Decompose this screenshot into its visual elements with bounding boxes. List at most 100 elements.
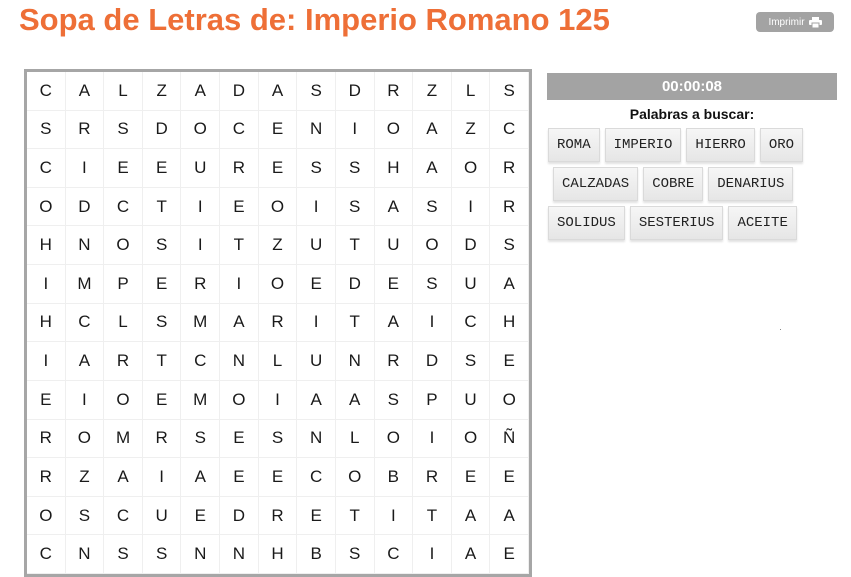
grid-cell[interactable]: A (220, 303, 259, 343)
grid-cell[interactable]: U (297, 342, 336, 381)
grid-cell[interactable]: H (27, 226, 66, 266)
grid-cell[interactable]: T (142, 187, 182, 227)
grid-cell[interactable]: A (490, 496, 529, 536)
grid-cell[interactable]: S (335, 187, 375, 227)
grid-cell[interactable]: O (27, 187, 66, 227)
grid-cell[interactable]: R (374, 342, 414, 381)
grid-cell[interactable]: I (181, 226, 221, 266)
grid-cell[interactable]: S (104, 110, 143, 150)
grid-cell[interactable]: A (374, 303, 414, 343)
grid-cell[interactable]: R (27, 458, 66, 497)
grid-cell[interactable]: A (104, 458, 143, 497)
grid-cell[interactable]: N (220, 535, 259, 574)
grid-cell[interactable]: Z (451, 110, 491, 150)
grid-cell[interactable]: M (104, 419, 143, 459)
grid-cell[interactable]: R (258, 303, 298, 343)
grid-cell[interactable]: O (65, 419, 105, 459)
grid-cell[interactable]: P (104, 265, 143, 304)
grid-cell[interactable]: I (181, 187, 221, 227)
grid-cell[interactable]: I (220, 265, 259, 304)
grid-cell[interactable]: D (220, 496, 259, 536)
grid-cell[interactable]: U (374, 226, 414, 266)
grid-cell[interactable]: L (258, 342, 298, 381)
grid-cell[interactable]: B (374, 458, 414, 497)
grid-cell[interactable]: H (374, 149, 414, 188)
grid-cell[interactable]: A (413, 149, 452, 188)
grid-cell[interactable]: O (258, 265, 298, 304)
grid-cell[interactable]: U (181, 149, 221, 188)
grid-cell[interactable]: E (104, 149, 143, 188)
grid-cell[interactable]: E (374, 265, 414, 304)
grid-cell[interactable]: C (451, 303, 491, 343)
grid-cell[interactable]: E (258, 458, 298, 497)
grid-cell[interactable]: M (181, 380, 221, 420)
grid-cell[interactable]: S (297, 72, 336, 111)
grid-cell[interactable]: S (65, 496, 105, 536)
grid-cell[interactable]: T (335, 496, 375, 536)
grid-cell[interactable]: S (490, 72, 529, 111)
grid-cell[interactable]: R (413, 458, 452, 497)
grid-cell[interactable]: R (104, 342, 143, 381)
grid-cell[interactable]: R (258, 496, 298, 536)
grid-cell[interactable]: D (413, 342, 452, 381)
grid-cell[interactable]: N (297, 110, 336, 150)
grid-cell[interactable]: E (490, 535, 529, 574)
grid-cell[interactable]: A (181, 72, 221, 111)
grid-cell[interactable]: H (490, 303, 529, 343)
print-button[interactable]: Imprimir (756, 12, 834, 32)
grid-cell[interactable]: O (451, 149, 491, 188)
grid-cell[interactable]: O (181, 110, 221, 150)
grid-cell[interactable]: A (490, 265, 529, 304)
grid-cell[interactable]: C (104, 496, 143, 536)
grid-cell[interactable]: D (335, 72, 375, 111)
grid-cell[interactable]: R (142, 419, 182, 459)
grid-cell[interactable]: O (258, 187, 298, 227)
grid-cell[interactable]: E (181, 496, 221, 536)
grid-cell[interactable]: I (65, 380, 105, 420)
grid-cell[interactable]: I (413, 303, 452, 343)
grid-cell[interactable]: C (27, 149, 66, 188)
grid-cell[interactable]: C (490, 110, 529, 150)
grid-cell[interactable]: S (142, 535, 182, 574)
grid-cell[interactable]: A (451, 496, 491, 536)
grid-cell[interactable]: H (258, 535, 298, 574)
grid-cell[interactable]: C (65, 303, 105, 343)
grid-cell[interactable]: R (65, 110, 105, 150)
grid-cell[interactable]: H (27, 303, 66, 343)
grid-cell[interactable]: O (27, 496, 66, 536)
grid-cell[interactable]: I (27, 265, 66, 304)
grid-cell[interactable]: E (220, 187, 259, 227)
grid-cell[interactable]: D (451, 226, 491, 266)
grid-cell[interactable]: I (297, 187, 336, 227)
grid-cell[interactable]: E (220, 458, 259, 497)
grid-cell[interactable]: E (27, 380, 66, 420)
grid-cell[interactable]: C (27, 535, 66, 574)
grid-cell[interactable]: Z (258, 226, 298, 266)
grid-cell[interactable]: O (374, 110, 414, 150)
grid-cell[interactable]: S (181, 419, 221, 459)
grid-cell[interactable]: B (297, 535, 336, 574)
grid-cell[interactable]: O (413, 226, 452, 266)
grid-cell[interactable]: R (490, 149, 529, 188)
grid-cell[interactable]: A (258, 72, 298, 111)
grid-cell[interactable]: S (142, 303, 182, 343)
grid-cell[interactable]: M (181, 303, 221, 343)
grid-cell[interactable]: R (374, 72, 414, 111)
grid-cell[interactable]: E (297, 496, 336, 536)
grid-cell[interactable]: I (451, 187, 491, 227)
grid-cell[interactable]: D (220, 72, 259, 111)
grid-cell[interactable]: I (413, 535, 452, 574)
grid-cell[interactable]: S (104, 535, 143, 574)
grid-cell[interactable]: I (65, 149, 105, 188)
grid-cell[interactable]: S (374, 380, 414, 420)
grid-cell[interactable]: C (297, 458, 336, 497)
grid-cell[interactable]: D (65, 187, 105, 227)
grid-cell[interactable]: M (65, 265, 105, 304)
grid-cell[interactable]: L (335, 419, 375, 459)
grid-cell[interactable]: D (335, 265, 375, 304)
grid-cell[interactable]: Z (65, 458, 105, 497)
grid-cell[interactable]: O (104, 380, 143, 420)
grid-cell[interactable]: N (181, 535, 221, 574)
grid-cell[interactable]: L (104, 72, 143, 111)
grid-cell[interactable]: C (27, 72, 66, 111)
